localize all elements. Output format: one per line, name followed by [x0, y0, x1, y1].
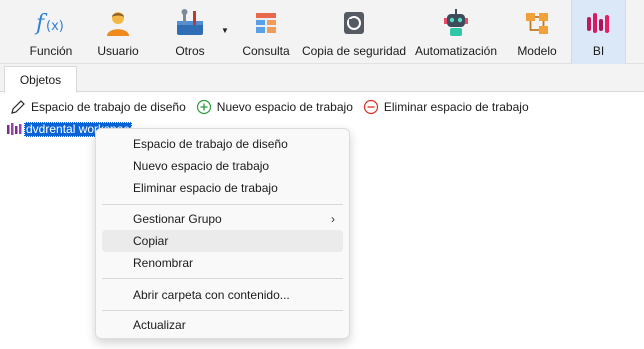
ribbon-label: BI — [592, 44, 605, 58]
minus-circle-icon — [363, 99, 379, 115]
menu-item-delete-workspace[interactable]: Eliminar espacio de trabajo — [102, 177, 343, 199]
design-workspace-label: Espacio de trabajo de diseño — [31, 100, 186, 114]
ribbon-label: Otros — [175, 44, 205, 58]
ribbon-label: Función — [29, 44, 73, 58]
plus-circle-icon — [196, 99, 212, 115]
context-menu: Espacio de trabajo de diseño Nuevo espac… — [95, 128, 350, 339]
submenu-arrow-icon: › — [331, 212, 335, 226]
ribbon-label: Automatización — [414, 44, 498, 58]
ribbon-button-copia-de-seguridad[interactable]: Copia de seguridad — [302, 0, 406, 64]
menu-item-open-folder[interactable]: Abrir carpeta con contenido... — [102, 284, 343, 306]
ribbon-button-consulta[interactable]: Consulta — [240, 0, 292, 64]
menu-item-design-workspace[interactable]: Espacio de trabajo de diseño — [102, 133, 343, 155]
query-icon — [249, 6, 283, 40]
ribbon-button-otros[interactable]: Otros — [164, 0, 216, 64]
otros-dropdown-arrow-icon[interactable]: ▼ — [221, 26, 229, 35]
bi-workspace-icon — [7, 123, 22, 135]
ribbon-label: Usuario — [97, 44, 139, 58]
ribbon-button-funcion[interactable]: f (x) Función — [22, 0, 80, 64]
ribbon-button-modelo[interactable]: Modelo — [510, 0, 564, 64]
ribbon-button-bi[interactable]: BI — [571, 0, 626, 64]
pencil-icon — [10, 99, 26, 115]
menu-item-rename[interactable]: Renombrar — [102, 252, 343, 274]
menu-item-label: Gestionar Grupo — [133, 212, 222, 226]
bi-icon — [582, 6, 616, 40]
tab-bar: Objetos — [0, 64, 644, 93]
menu-separator — [102, 278, 343, 279]
ribbon-label: Consulta — [242, 44, 290, 58]
ribbon-button-usuario[interactable]: Usuario — [92, 0, 144, 64]
delete-workspace-button[interactable]: Eliminar espacio de trabajo — [363, 99, 529, 115]
ribbon-label: Copia de seguridad — [301, 44, 407, 58]
ribbon-button-automatizacion[interactable]: Automatización — [413, 0, 499, 64]
menu-separator — [102, 310, 343, 311]
menu-item-new-workspace[interactable]: Nuevo espacio de trabajo — [102, 155, 343, 177]
robot-icon — [439, 6, 473, 40]
new-workspace-label: Nuevo espacio de trabajo — [216, 100, 353, 114]
function-icon: f (x) — [34, 6, 68, 40]
backup-icon — [337, 6, 371, 40]
svg-text:(x): (x) — [46, 19, 64, 34]
menu-separator — [102, 204, 343, 205]
menu-item-copy[interactable]: Copiar — [102, 230, 343, 252]
menu-item-manage-group[interactable]: Gestionar Grupo › — [102, 208, 343, 230]
menu-item-refresh[interactable]: Actualizar — [102, 314, 343, 336]
design-workspace-button[interactable]: Espacio de trabajo de diseño — [10, 99, 186, 115]
user-icon — [101, 6, 135, 40]
object-toolbar: Espacio de trabajo de diseño Nuevo espac… — [0, 96, 644, 118]
delete-workspace-label: Eliminar espacio de trabajo — [383, 100, 529, 114]
model-icon — [520, 6, 554, 40]
new-workspace-button[interactable]: Nuevo espacio de trabajo — [196, 99, 353, 115]
ribbon-toolbar: f (x) Función Usuario Otros ▼ Consulta C… — [0, 0, 644, 64]
tools-icon — [173, 6, 207, 40]
tab-objetos[interactable]: Objetos — [4, 66, 77, 93]
ribbon-label: Modelo — [517, 44, 557, 58]
